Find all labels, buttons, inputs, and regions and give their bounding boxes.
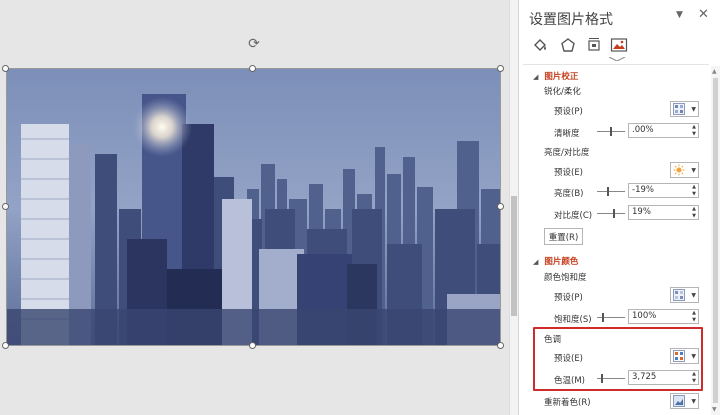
resize-handle-top-left[interactable] (2, 65, 9, 72)
collapse-triangle-icon: ◢ (533, 258, 539, 266)
sharpen-soften-label: 锐化/柔化 (544, 87, 581, 97)
size-icon[interactable] (583, 35, 605, 55)
slide-canvas: ⟳ (0, 0, 518, 415)
resize-handle-right[interactable] (497, 203, 504, 210)
dropdown-caret-icon: ▼ (691, 353, 696, 360)
resize-handle-top-right[interactable] (497, 65, 504, 72)
bc-preset-button[interactable]: ▼ (670, 162, 699, 178)
recolor-label: 重新着色(R) (544, 398, 591, 408)
clarity-slider[interactable] (597, 127, 625, 136)
pentagon-icon[interactable] (557, 35, 579, 55)
brightness-value: -19% (632, 185, 654, 195)
rotate-handle-icon[interactable]: ⟳ (246, 36, 262, 52)
clarity-value: .00% (632, 125, 654, 135)
clarity-spinbox[interactable]: .00% ▲ ▼ (628, 123, 699, 138)
format-picture-pane: 设置图片格式 ▼ ✕ ◢ 图片校正 锐化/柔化 预设(P) ▼ 清晰度 .00% ▲… (518, 0, 720, 415)
dropdown-caret-icon: ▼ (691, 106, 696, 113)
saturation-label: 饱和度(S) (554, 315, 592, 325)
tone-group-label: 色调 (544, 335, 562, 345)
picture-icon[interactable] (608, 35, 630, 55)
brightness-spinbox[interactable]: -19% ▲ ▼ (628, 183, 699, 198)
dropdown-caret-icon: ▼ (691, 292, 696, 299)
scroll-down-icon[interactable]: ▼ (712, 406, 717, 413)
pane-divider (523, 64, 709, 65)
section-header-color[interactable]: ◢ 图片颜色 (533, 255, 578, 267)
saturation-preset-label: 预设(P) (554, 293, 583, 303)
tone-preset-button[interactable]: ▼ (670, 348, 699, 364)
dropdown-caret-icon: ▼ (691, 398, 696, 405)
clarity-label: 清晰度 (554, 129, 580, 139)
contrast-spinbox[interactable]: 19% ▲ ▼ (628, 205, 699, 220)
recolor-preset-button[interactable]: ▼ (670, 393, 699, 409)
chevron-down-icon[interactable]: ▼ (676, 10, 683, 20)
preset-thumbnail-icon (673, 289, 685, 301)
resize-handle-bottom[interactable] (249, 342, 256, 349)
saturation-value: 100% (632, 311, 657, 321)
resize-handle-bottom-left[interactable] (2, 342, 9, 349)
city-skyline-image[interactable] (6, 68, 501, 346)
slider-knob[interactable] (610, 127, 612, 136)
section-title: 图片颜色 (544, 257, 579, 267)
canvas-scroll-thumb[interactable] (511, 196, 517, 316)
pane-title: 设置图片格式 (529, 12, 613, 28)
pane-scrollbar[interactable]: ▲ ▼ (711, 66, 720, 415)
close-icon[interactable]: ✕ (698, 7, 709, 22)
slider-knob[interactable] (613, 209, 615, 218)
slider-knob[interactable] (601, 374, 603, 383)
dropdown-caret-icon: ▼ (691, 167, 696, 174)
resize-handle-bottom-right[interactable] (497, 342, 504, 349)
temperature-slider[interactable] (597, 374, 625, 383)
spin-arrows-icon[interactable]: ▲ ▼ (692, 184, 696, 197)
recolor-thumbnail-icon (673, 395, 685, 407)
tone-preset-label: 预设(E) (554, 354, 584, 364)
temperature-label: 色温(M) (554, 376, 585, 386)
brightness-label: 亮度(B) (554, 189, 584, 199)
slider-knob[interactable] (607, 187, 609, 196)
saturation-group-label: 颜色饱和度 (544, 273, 587, 283)
sun-icon (673, 164, 685, 176)
section-title: 图片校正 (544, 72, 579, 82)
spin-arrows-icon[interactable]: ▲ ▼ (692, 206, 696, 219)
sharpen-preset-label: 预设(P) (554, 107, 583, 117)
preset-thumbnail-icon (673, 103, 685, 115)
tone-thumbnail-icon (673, 350, 685, 362)
scroll-up-icon[interactable]: ▲ (712, 68, 717, 75)
contrast-value: 19% (632, 207, 651, 217)
resize-handle-top[interactable] (249, 65, 256, 72)
canvas-scrollbar[interactable] (509, 0, 518, 415)
saturation-spinbox[interactable]: 100% ▲ ▼ (628, 309, 699, 324)
contrast-slider[interactable] (597, 209, 625, 218)
resize-handle-left[interactable] (2, 203, 9, 210)
spin-arrows-icon[interactable]: ▲ ▼ (692, 371, 696, 384)
sharpen-preset-button[interactable]: ▼ (670, 101, 699, 117)
temperature-value: 3,725 (632, 372, 657, 382)
brightness-slider[interactable] (597, 187, 625, 196)
brightness-contrast-label: 亮度/对比度 (544, 148, 590, 158)
slider-knob[interactable] (602, 313, 604, 322)
active-tab-indicator (608, 57, 626, 61)
saturation-slider[interactable] (597, 313, 625, 322)
pane-scroll-thumb[interactable] (713, 78, 718, 403)
saturation-preset-button[interactable]: ▼ (670, 287, 699, 303)
contrast-label: 对比度(C) (554, 211, 593, 221)
section-header-correction[interactable]: ◢ 图片校正 (533, 70, 578, 82)
temperature-spinbox[interactable]: 3,725 ▲ ▼ (628, 370, 699, 385)
reset-button[interactable]: 重置(R) (544, 228, 583, 245)
bc-preset-label: 预设(E) (554, 168, 584, 178)
spin-arrows-icon[interactable]: ▲ ▼ (692, 310, 696, 323)
collapse-triangle-icon: ◢ (533, 73, 539, 81)
paint-bucket-icon[interactable] (529, 35, 551, 55)
spin-arrows-icon[interactable]: ▲ ▼ (692, 124, 696, 137)
city-skyline-picture (7, 69, 500, 345)
